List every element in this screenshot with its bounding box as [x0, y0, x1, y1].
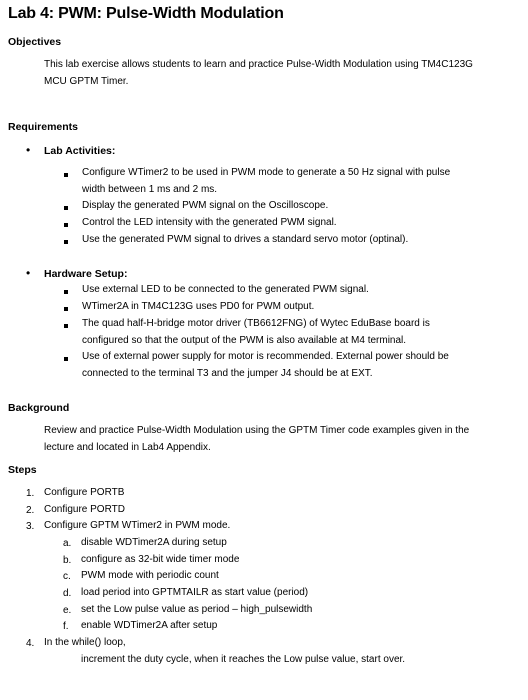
hardware-setup-item: Use of external power supply for motor i… [82, 348, 449, 382]
hardware-setup-item: Use external LED to be connected to the … [82, 284, 369, 295]
background-line: lecture and located in Lab4 Appendix. [44, 442, 211, 453]
lab-activity-item: Display the generated PWM signal on the … [82, 200, 329, 211]
hardware-setup-label: Hardware Setup: [44, 268, 128, 280]
step-text: In the while() loop, [44, 637, 126, 648]
substep-letter: f. [63, 621, 69, 632]
lab-activities-label: Lab Activities: [44, 145, 116, 157]
substep-text: set the Low pulse value as period – high… [81, 604, 313, 615]
square-bullet-icon [64, 307, 68, 311]
lab-activity-item: Use the generated PWM signal to drives a… [82, 234, 409, 245]
bullet-icon: • [26, 266, 31, 280]
substep-text: configure as 32-bit wide timer mode [81, 554, 240, 565]
substep-letter: e. [63, 605, 72, 616]
substep-letter: a. [63, 538, 72, 549]
substep-letter: c. [63, 571, 71, 582]
step-number: 2. [26, 505, 35, 516]
bullet-icon: • [26, 143, 31, 157]
square-bullet-icon [64, 223, 68, 227]
objectives-text: This lab exercise allows students to lea… [44, 56, 473, 90]
step-text: Configure PORTD [44, 504, 125, 515]
square-bullet-icon [64, 324, 68, 328]
step-text: Configure PORTB [44, 487, 125, 498]
lab-activity-item: Control the LED intensity with the gener… [82, 217, 337, 228]
background-line: Review and practice Pulse-Width Modulati… [44, 425, 470, 436]
background-text: Review and practice Pulse-Width Modulati… [44, 422, 469, 456]
item-line: connected to the terminal T3 and the jum… [82, 368, 373, 379]
square-bullet-icon [64, 290, 68, 294]
step-number: 3. [26, 521, 35, 532]
square-bullet-icon [64, 173, 68, 177]
hardware-setup-item: WTimer2A in TM4C123G uses PD0 for PWM ou… [82, 301, 315, 312]
item-line: width between 1 ms and 2 ms. [82, 184, 218, 195]
item-line: The quad half-H-bridge motor driver (TB6… [82, 318, 430, 329]
lab-activity-item: Configure WTimer2 to be used in PWM mode… [82, 164, 450, 198]
step-number: 1. [26, 488, 35, 499]
item-line: configured so that the output of the PWM… [82, 335, 407, 346]
objectives-line: This lab exercise allows students to lea… [44, 59, 473, 70]
objectives-heading: Objectives [8, 36, 62, 48]
substep-text: enable WDTimer2A after setup [81, 620, 218, 631]
substep-letter: d. [63, 588, 72, 599]
step-number: 4. [26, 638, 35, 649]
hardware-setup-item: The quad half-H-bridge motor driver (TB6… [82, 315, 430, 349]
requirements-heading: Requirements [8, 121, 79, 133]
substep-letter: b. [63, 555, 72, 566]
item-line: Configure WTimer2 to be used in PWM mode… [82, 167, 451, 178]
substep-text: PWM mode with periodic count [81, 570, 219, 581]
steps-heading: Steps [8, 464, 37, 476]
square-bullet-icon [64, 240, 68, 244]
substep-text: disable WDTimer2A during setup [81, 537, 227, 548]
background-heading: Background [8, 402, 70, 414]
page-title: Lab 4: PWM: Pulse-Width Modulation [8, 5, 284, 22]
objectives-line: MCU GPTM Timer. [44, 76, 129, 87]
square-bullet-icon [64, 357, 68, 361]
square-bullet-icon [64, 206, 68, 210]
substep-text: load period into GPTMTAILR as start valu… [81, 587, 309, 598]
item-line: Use of external power supply for motor i… [82, 351, 449, 362]
step-4-detail: increment the duty cycle, when it reache… [81, 654, 406, 665]
step-text: Configure GPTM WTimer2 in PWM mode. [44, 520, 231, 531]
